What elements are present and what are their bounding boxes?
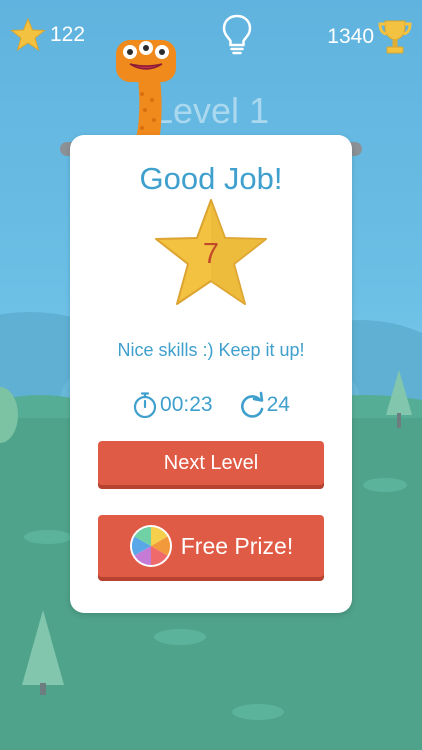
game-scene: 122 1340 Level 1 Good Job! 7 Nice skills…: [0, 0, 422, 750]
result-title: Good Job!: [139, 161, 283, 196]
trophy-icon: [378, 20, 412, 54]
moves-stat: 24: [239, 391, 290, 419]
stars-counter: 122: [10, 18, 85, 52]
time-stat: 00:23: [132, 391, 213, 419]
result-stats: 00:23 24: [70, 391, 352, 419]
trophy-count: 1340: [327, 25, 374, 48]
result-message: Nice skills :) Keep it up!: [117, 340, 305, 360]
level-complete-card: Good Job! 7 Nice skills :) Keep it up! 0…: [70, 135, 352, 613]
orange-creature-mascot: [116, 40, 176, 148]
stars-count: 122: [50, 23, 86, 46]
free-prize-button[interactable]: Free Prize!: [98, 515, 324, 577]
star-icon: [10, 18, 46, 52]
free-prize-label: Free Prize!: [180, 532, 294, 559]
stopwatch-icon: [133, 392, 157, 419]
next-level-label: Next Level: [163, 451, 259, 474]
color-wheel-icon: [129, 525, 172, 567]
refresh-icon: [240, 391, 263, 418]
level-title: Level 1: [152, 90, 270, 131]
trophy-counter: 1340: [327, 18, 412, 56]
star-number: 7: [202, 238, 220, 270]
time-value: 00:23: [160, 393, 213, 416]
lightbulb-icon: [222, 14, 252, 55]
next-level-button[interactable]: Next Level: [98, 441, 324, 485]
hint-button[interactable]: [222, 14, 252, 61]
top-hud: 122 1340: [0, 0, 422, 80]
moves-value: 24: [266, 393, 290, 416]
